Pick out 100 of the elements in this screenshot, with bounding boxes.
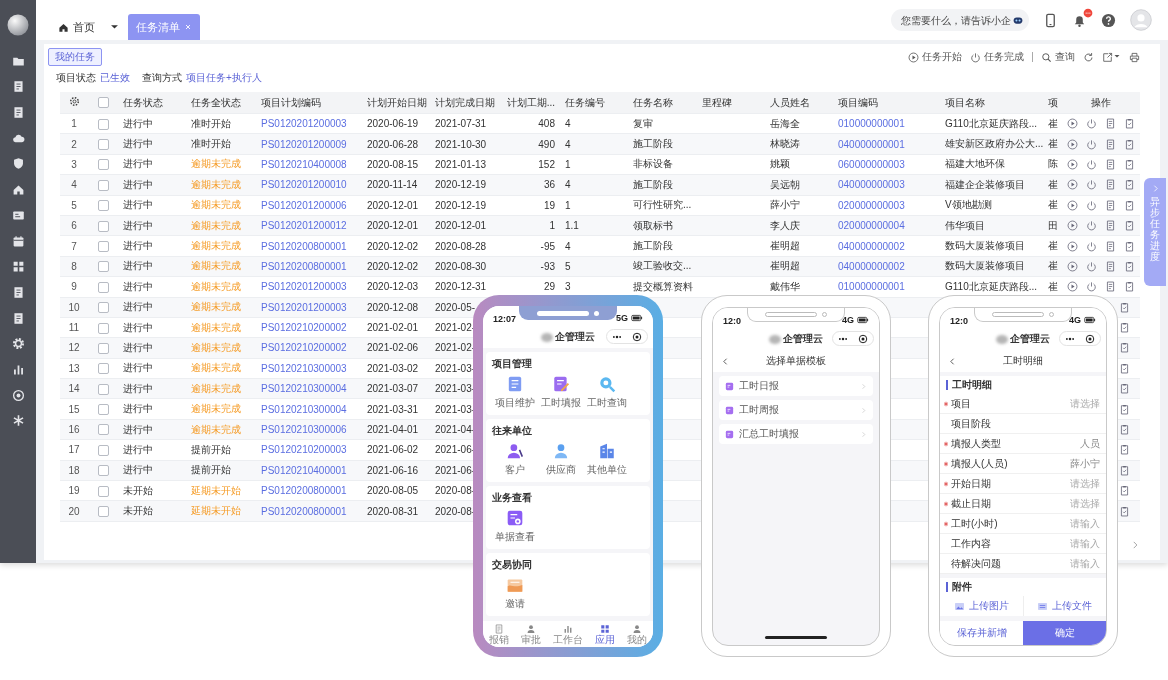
clipboard-icon[interactable] <box>1124 199 1135 211</box>
my-tasks-button[interactable]: 我的任务 <box>48 48 102 66</box>
checkbox[interactable] <box>97 139 109 150</box>
clipboard-icon[interactable] <box>1124 138 1135 150</box>
play-circle-icon[interactable] <box>1067 240 1078 252</box>
form-row[interactable]: 工时(小时) 请输入 <box>940 514 1106 534</box>
power-icon[interactable] <box>1086 138 1097 150</box>
code-link[interactable]: 040000000002 <box>833 256 940 277</box>
clipboard-icon[interactable] <box>1119 485 1130 497</box>
checkbox[interactable] <box>97 322 109 334</box>
form-row[interactable]: 开始日期 请选择 <box>940 474 1106 494</box>
checkbox[interactable] <box>97 342 109 354</box>
card-icon[interactable] <box>11 208 25 222</box>
column-header[interactable]: 计划完成日期 <box>430 92 498 114</box>
back-icon[interactable] <box>721 357 730 366</box>
clipboard-icon[interactable] <box>1119 301 1130 313</box>
input-field[interactable]: 请选择 <box>991 478 1100 489</box>
code-link[interactable]: PS0120201200012 <box>256 215 362 236</box>
document-icon[interactable] <box>1105 260 1116 272</box>
document-icon[interactable] <box>11 311 25 325</box>
tab-bar-item[interactable]: 我的 <box>627 623 647 645</box>
checkbox[interactable] <box>97 179 109 191</box>
column-header[interactable]: 任务编号 <box>560 92 628 114</box>
tab[interactable]: 首页 <box>50 14 103 40</box>
code-link[interactable]: 010000000001 <box>833 113 940 134</box>
target-icon[interactable] <box>858 333 868 344</box>
document-icon[interactable] <box>11 106 25 120</box>
power-icon[interactable] <box>1086 220 1097 232</box>
settings-icon[interactable] <box>68 96 80 107</box>
search-field[interactable]: 您需要什么，请告诉小企 <box>891 9 1029 31</box>
confirm-button[interactable]: 确定 <box>1023 621 1106 645</box>
tab-bar-item[interactable]: 应用 <box>595 623 615 645</box>
power-icon[interactable] <box>1086 281 1097 293</box>
phone-icon[interactable] <box>1043 12 1058 28</box>
clipboard-icon[interactable] <box>1119 342 1130 354</box>
checkbox[interactable] <box>97 404 109 416</box>
power-icon[interactable] <box>1086 158 1097 170</box>
shortcut-button[interactable]: 邀请 <box>492 576 538 611</box>
clipboard-icon[interactable] <box>1124 118 1135 130</box>
checkbox[interactable] <box>97 261 109 273</box>
checkbox[interactable] <box>97 97 109 109</box>
clipboard-icon[interactable] <box>1119 322 1130 334</box>
power-icon[interactable] <box>1086 199 1097 211</box>
help-icon[interactable] <box>1101 12 1116 28</box>
shield-icon[interactable] <box>11 157 25 171</box>
input-field[interactable]: 人员 <box>1001 438 1100 449</box>
query-button[interactable]: 查询 <box>1041 50 1075 64</box>
clipboard-icon[interactable] <box>1119 383 1130 395</box>
power-icon[interactable] <box>1086 179 1097 191</box>
bar-chart-icon[interactable] <box>11 362 25 376</box>
code-link[interactable]: 040000000002 <box>833 235 940 257</box>
home-icon[interactable] <box>11 183 25 197</box>
document-icon[interactable] <box>1105 220 1116 232</box>
calendar-icon[interactable] <box>11 234 25 248</box>
form-row[interactable]: 截止日期 请选择 <box>940 494 1106 514</box>
clipboard-icon[interactable] <box>1124 220 1135 232</box>
code-link[interactable]: PS0120210300006 <box>256 419 362 440</box>
shortcut-button[interactable]: 供应商 <box>538 442 584 477</box>
column-header[interactable]: 操作 <box>1062 92 1140 114</box>
tab-bar-item[interactable]: 审批 <box>521 623 541 645</box>
input-field[interactable]: 请输入 <box>991 538 1100 549</box>
shortcut-button[interactable]: 其他单位 <box>584 442 630 477</box>
code-link[interactable]: PS0120201200006 <box>256 195 362 216</box>
template-item[interactable]: 工时日报 <box>719 376 873 396</box>
column-header[interactable]: 任务状态 <box>118 92 186 114</box>
column-header[interactable]: 任务全状态 <box>186 92 256 114</box>
play-circle-icon[interactable] <box>1067 199 1078 211</box>
finish-button[interactable]: 任务完成 <box>970 50 1024 64</box>
code-link[interactable]: PS0120201200010 <box>256 174 362 196</box>
column-header[interactable]: 项目计划编码 <box>256 92 362 114</box>
document-icon[interactable] <box>11 285 25 299</box>
checkbox[interactable] <box>97 506 109 518</box>
document-icon[interactable] <box>1105 199 1116 211</box>
form-row[interactable]: 填报人类型 人员 <box>940 434 1106 454</box>
checkbox[interactable] <box>97 159 109 171</box>
code-link[interactable]: PS0120210400008 <box>256 154 362 175</box>
clipboard-icon[interactable] <box>1119 444 1130 456</box>
form-row[interactable]: 工作内容 请输入 <box>940 534 1106 554</box>
checkbox[interactable] <box>97 465 109 477</box>
play-circle-icon[interactable] <box>1067 118 1078 130</box>
column-header[interactable]: 人员姓名 <box>765 92 833 114</box>
clipboard-icon[interactable] <box>1119 464 1130 476</box>
code-link[interactable]: PS0120200800001 <box>256 256 362 277</box>
column-header[interactable]: 项目名称 <box>940 92 1043 114</box>
code-link[interactable]: 040000000001 <box>833 133 940 155</box>
template-item[interactable]: 汇总工时填报 <box>719 424 873 444</box>
input-field[interactable]: 请输入 <box>997 518 1100 529</box>
document-icon[interactable] <box>1105 240 1116 252</box>
play-circle-icon[interactable] <box>1067 158 1078 170</box>
checkbox[interactable] <box>97 383 109 395</box>
start-button[interactable]: 任务开始 <box>908 50 962 64</box>
target-icon[interactable] <box>1085 333 1095 344</box>
document-icon[interactable] <box>1105 179 1116 191</box>
shortcut-button[interactable]: 工时查询 <box>584 375 630 410</box>
template-item[interactable]: 工时周报 <box>719 400 873 420</box>
checkbox[interactable] <box>97 281 109 293</box>
clipboard-icon[interactable] <box>1124 179 1135 191</box>
checkbox[interactable] <box>97 118 109 130</box>
grid-icon[interactable] <box>11 260 25 274</box>
clipboard-icon[interactable] <box>1124 240 1135 252</box>
